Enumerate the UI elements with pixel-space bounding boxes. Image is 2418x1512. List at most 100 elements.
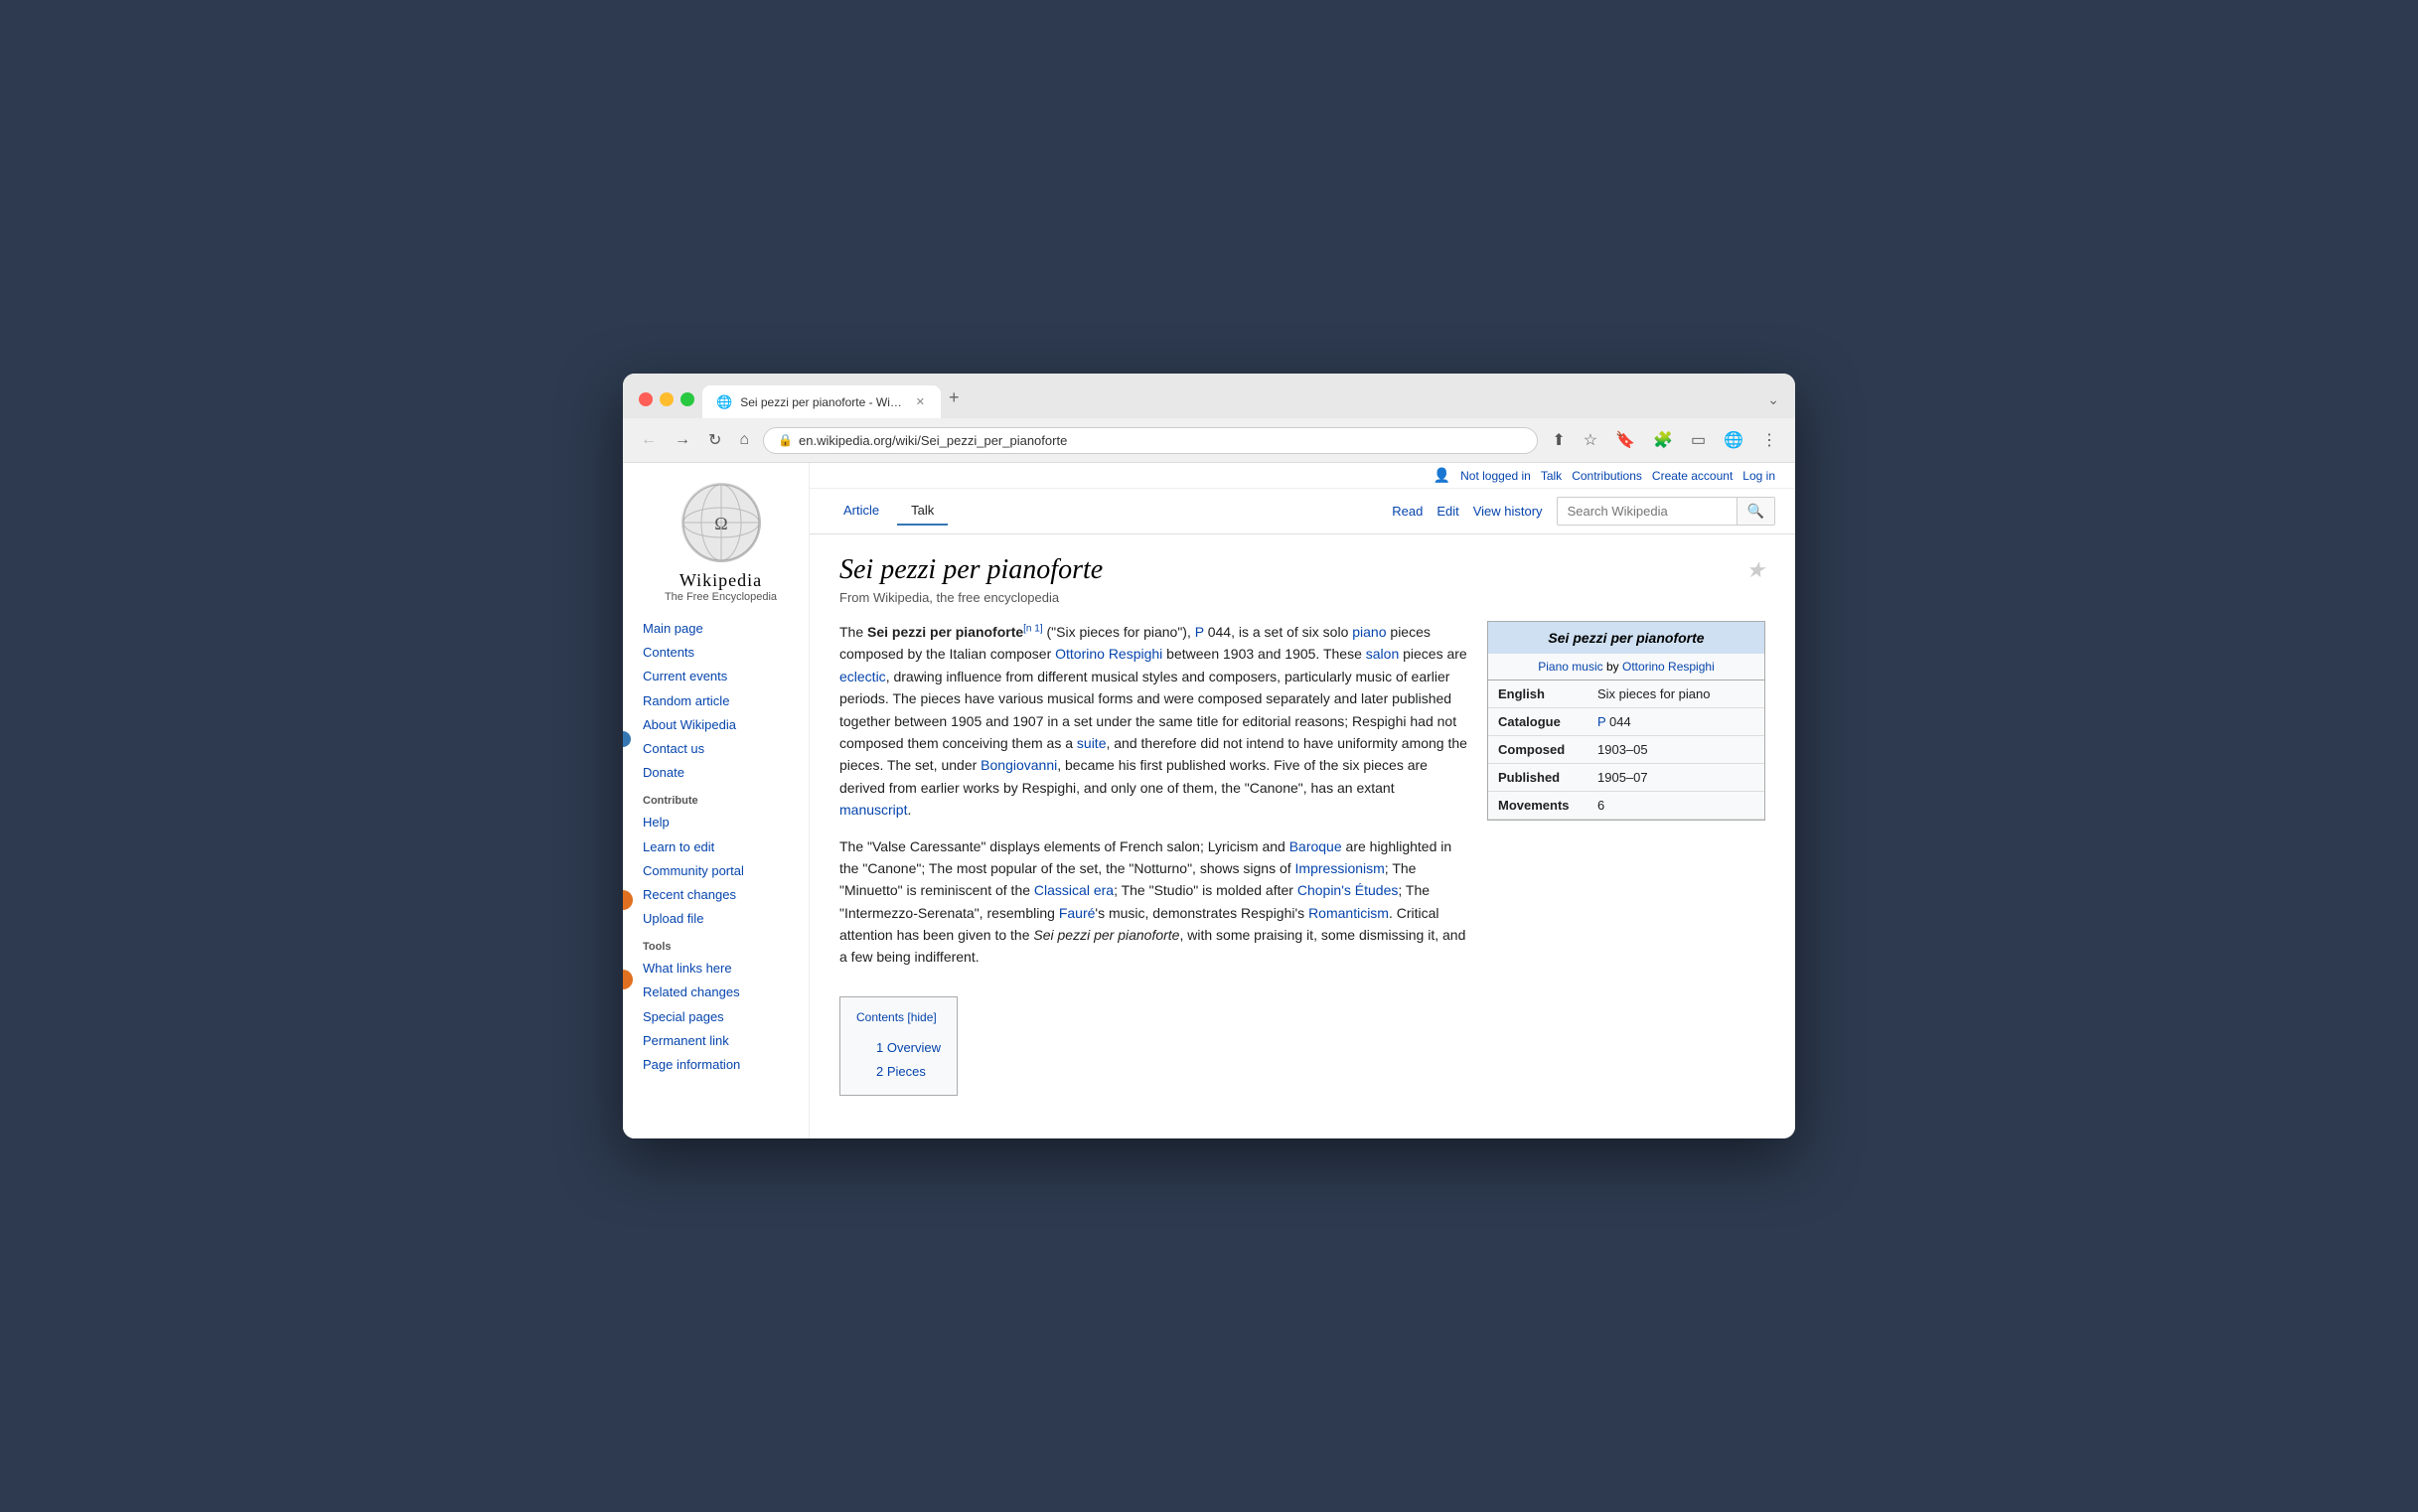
article-content: The Sei pezzi per pianoforte[n 1] ("Six …: [839, 621, 1765, 1096]
footnote-n1[interactable]: [n 1]: [1023, 623, 1042, 634]
link-classical-era[interactable]: Classical era: [1034, 882, 1114, 898]
tab-dropdown-button[interactable]: ⌄: [1767, 391, 1779, 418]
toolbar-icons: ⬆ ☆ 🔖 🧩 ▭ 🌐 ⋮: [1548, 426, 1781, 454]
refresh-button[interactable]: ↻: [704, 426, 725, 454]
link-bongiovanni[interactable]: Bongiovanni: [981, 757, 1057, 773]
sidebar-indicator-1: [623, 731, 631, 747]
contents-title: Contents [hide]: [856, 1007, 941, 1028]
sidebar-item-contents[interactable]: Contents: [643, 641, 799, 665]
close-button[interactable]: [639, 392, 653, 406]
link-eclectic[interactable]: eclectic: [839, 669, 886, 684]
paragraph-2: The "Valse Caressante" displays elements…: [839, 835, 1467, 969]
link-manuscript[interactable]: manuscript: [839, 802, 907, 818]
infobox-piano-music-link[interactable]: Piano music: [1538, 660, 1602, 674]
wiki-search-box[interactable]: 🔍: [1557, 497, 1775, 526]
maximize-button[interactable]: [680, 392, 694, 406]
sidebar-item-about-wikipedia[interactable]: About Wikipedia: [643, 713, 799, 737]
share-button[interactable]: ⬆: [1548, 426, 1569, 454]
wiki-tagline: The Free Encyclopedia: [643, 591, 799, 603]
bookmark-button[interactable]: ☆: [1580, 426, 1601, 454]
sidebar-item-help[interactable]: Help: [643, 811, 799, 834]
contents-label: Contents: [856, 1010, 907, 1024]
infobox-value-catalogue: P 044: [1587, 708, 1641, 735]
search-button[interactable]: 🔍: [1737, 498, 1774, 525]
bookmarks-list-button[interactable]: 🔖: [1611, 426, 1639, 454]
sidebar-item-community-portal[interactable]: Community portal: [643, 859, 799, 883]
svg-text:Ω: Ω: [714, 514, 727, 533]
translate-button[interactable]: 🌐: [1720, 426, 1747, 454]
forward-button[interactable]: →: [671, 427, 694, 453]
browser-content: Ω Wikipedia The Free Encyclopedia Main p…: [623, 463, 1795, 1138]
action-edit[interactable]: Edit: [1436, 504, 1458, 519]
link-suite[interactable]: suite: [1077, 735, 1107, 751]
infobox-label-composed: Composed: [1488, 736, 1587, 763]
infobox-by-text: by: [1606, 660, 1619, 674]
link-baroque[interactable]: Baroque: [1289, 838, 1342, 854]
sidebar-item-current-events[interactable]: Current events: [643, 665, 799, 688]
tab-close-button[interactable]: ✕: [914, 393, 927, 410]
address-input-container[interactable]: 🔒 en.wikipedia.org/wiki/Sei_pezzi_per_pi…: [763, 427, 1538, 454]
sidebar-item-recent-changes[interactable]: Recent changes: [643, 883, 799, 907]
wiki-globe-image: Ω: [681, 483, 761, 562]
infobox-composer-link[interactable]: Ottorino Respighi: [1622, 660, 1715, 674]
tab-talk[interactable]: Talk: [897, 497, 948, 526]
link-impressionism[interactable]: Impressionism: [1295, 860, 1385, 876]
create-account-link[interactable]: Create account: [1652, 469, 1733, 483]
main-content: 👤 Not logged in Talk Contributions Creat…: [810, 463, 1795, 1138]
title-bar: 🌐 Sei pezzi per pianoforte - Wiki... ✕ +…: [623, 374, 1795, 418]
article-body: Sei pezzi per pianoforte ★ From Wikipedi…: [810, 534, 1795, 1116]
active-tab[interactable]: 🌐 Sei pezzi per pianoforte - Wiki... ✕: [702, 385, 941, 418]
hide-link[interactable]: [hide]: [907, 1010, 936, 1024]
contents-link-overview[interactable]: 1 Overview: [876, 1040, 941, 1055]
link-romanticism[interactable]: Romanticism: [1308, 905, 1389, 921]
new-tab-button[interactable]: +: [941, 387, 968, 418]
infobox-label-catalogue: Catalogue: [1488, 708, 1587, 735]
infobox-value-composed: 1903–05: [1587, 736, 1658, 763]
tools-section-title: Tools: [643, 941, 799, 953]
minimize-button[interactable]: [660, 392, 674, 406]
infobox-title: Sei pezzi per pianoforte: [1488, 622, 1764, 654]
extensions-button[interactable]: 🧩: [1649, 426, 1677, 454]
infobox-row-movements: Movements 6: [1488, 792, 1764, 820]
talk-link[interactable]: Talk: [1541, 469, 1562, 483]
link-chopins-etudes[interactable]: Chopin's Études: [1297, 882, 1399, 898]
user-icon: 👤: [1434, 467, 1450, 484]
tab-article[interactable]: Article: [830, 497, 893, 526]
log-in-link[interactable]: Log in: [1742, 469, 1775, 483]
home-button[interactable]: ⌂: [735, 427, 753, 453]
sidebar-item-related-changes[interactable]: Related changes: [643, 981, 799, 1004]
action-read[interactable]: Read: [1392, 504, 1423, 519]
contents-item-1: 1 Overview: [876, 1036, 941, 1061]
sidebar-item-permanent-link[interactable]: Permanent link: [643, 1029, 799, 1053]
link-salon[interactable]: salon: [1366, 646, 1399, 662]
sidebar-item-what-links-here[interactable]: What links here: [643, 957, 799, 981]
article-subtitle: From Wikipedia, the free encyclopedia: [839, 590, 1765, 605]
sidebar-item-donate[interactable]: Donate: [643, 761, 799, 785]
sidebar-toggle-button[interactable]: ▭: [1687, 426, 1710, 454]
more-options-button[interactable]: ⋮: [1757, 426, 1781, 454]
not-logged-in-label: Not logged in: [1460, 469, 1531, 483]
sidebar-item-random-article[interactable]: Random article: [643, 689, 799, 713]
link-p-catalogue[interactable]: P: [1195, 624, 1204, 640]
infobox-label-movements: Movements: [1488, 792, 1587, 819]
star-icon[interactable]: ★: [1745, 557, 1765, 583]
sidebar-item-learn-to-edit[interactable]: Learn to edit: [643, 835, 799, 859]
sidebar-item-page-information[interactable]: Page information: [643, 1053, 799, 1077]
contents-link-pieces[interactable]: 2 Pieces: [876, 1064, 926, 1079]
infobox-row-english: English Six pieces for piano: [1488, 680, 1764, 708]
link-piano[interactable]: piano: [1352, 624, 1386, 640]
search-input[interactable]: [1558, 499, 1737, 524]
sidebar-item-upload-file[interactable]: Upload file: [643, 907, 799, 931]
contributions-link[interactable]: Contributions: [1572, 469, 1642, 483]
link-faure[interactable]: Fauré: [1059, 905, 1096, 921]
link-ottorino-respighi[interactable]: Ottorino Respighi: [1055, 646, 1162, 662]
infobox-catalogue-link[interactable]: P: [1597, 714, 1605, 729]
tab-favicon: 🌐: [716, 394, 732, 410]
sidebar-item-contact-us[interactable]: Contact us: [643, 737, 799, 761]
sidebar-item-special-pages[interactable]: Special pages: [643, 1005, 799, 1029]
back-button[interactable]: ←: [637, 427, 661, 453]
wiki-header: Article Talk Read Edit View history 🔍: [810, 489, 1795, 534]
infobox-subtitle: Piano music by Ottorino Respighi: [1488, 654, 1764, 680]
action-view-history[interactable]: View history: [1473, 504, 1543, 519]
sidebar-item-main-page[interactable]: Main page: [643, 617, 799, 641]
